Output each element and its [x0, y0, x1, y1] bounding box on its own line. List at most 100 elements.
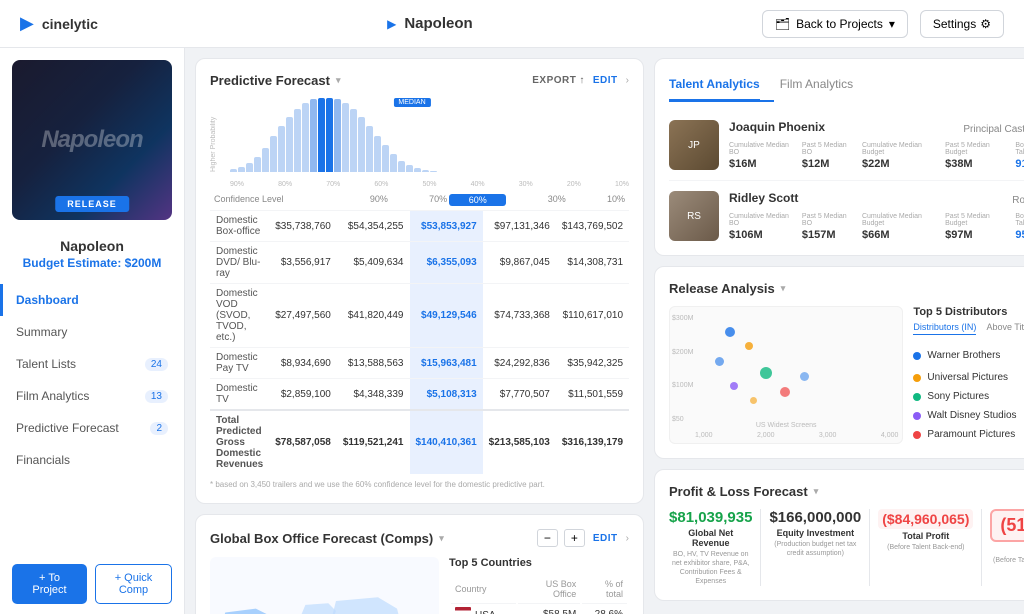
chart-bar: [342, 103, 349, 172]
us-flag: [455, 607, 471, 614]
top5-countries-label: Top 5 Countries: [449, 557, 629, 569]
metric-past5-bo-rs: Past 5 Median BO $157M: [802, 213, 850, 241]
predictive-forecast-actions: EXPORT ↑ EDIT ›: [532, 75, 629, 86]
back-to-projects-button[interactable]: 🗂 Back to Projects ▾: [762, 10, 908, 38]
tab-talent-analytics[interactable]: Talent Analytics: [669, 73, 760, 101]
chart-bar: [246, 163, 253, 172]
median-label: MEDIAN: [393, 98, 430, 107]
tab-film-analytics[interactable]: Film Analytics: [780, 73, 853, 101]
edit-button[interactable]: EDIT: [593, 75, 618, 86]
chart-bar: [390, 154, 397, 172]
chart-bar: [366, 126, 373, 172]
chart-bar: [398, 161, 405, 172]
chart-bar: [302, 103, 309, 172]
release-analysis-card: Release Analysis ▾ $300M $200M $100M: [654, 266, 1024, 459]
pnl-title: Profit & Loss Forecast ▾: [669, 484, 818, 499]
metric-talentscore: Box-office Talentscore 91.3: [1015, 142, 1024, 170]
logo-text: cinelytic: [42, 16, 98, 32]
gbo-edit-button[interactable]: EDIT: [593, 533, 618, 544]
chevron-icon: ▾: [814, 486, 819, 497]
scatter-x-axis: 1,000 2,000 3,000 4,000: [695, 432, 898, 439]
pnl-equity: $166,000,000 Equity Investment (Producti…: [769, 509, 861, 586]
add-to-project-button[interactable]: + To Project: [12, 564, 87, 604]
dist-dot-wb: [913, 352, 921, 360]
sidebar-item-summary[interactable]: Summary: [0, 316, 184, 348]
global-net-sublabel: BO, HV, TV Revenue on net exhibitor shar…: [669, 550, 752, 586]
export-button[interactable]: EXPORT ↑: [532, 75, 585, 86]
scatter-dot: [730, 382, 738, 390]
chart-bar-median: [318, 98, 325, 172]
movie-title-area: ▶ Napoleon: [387, 15, 473, 32]
talent-analytics-card: Talent Analytics Film Analytics EDIT › J…: [654, 58, 1024, 256]
dist-dot-disney: [913, 412, 921, 420]
release-analysis-title: Release Analysis ▾: [669, 281, 785, 296]
film-analytics-count: 13: [145, 390, 168, 403]
top5-distributors-label: Top 5 Distributors: [913, 306, 1007, 318]
predictive-forecast-count: 2: [150, 422, 168, 435]
quick-comp-button[interactable]: + Quick Comp: [95, 564, 172, 604]
roi-label: ROI: [990, 544, 1024, 554]
chevron-icon: ▾: [439, 533, 444, 544]
chart-bar: [286, 117, 293, 173]
talent-analytics-header: Talent Analytics Film Analytics EDIT ›: [669, 73, 1024, 101]
content-area: Predictive Forecast ▾ EXPORT ↑ EDIT ›: [185, 48, 1024, 614]
global-net-label: Global Net Revenue: [669, 528, 752, 548]
sidebar-item-financials[interactable]: Financials: [0, 444, 184, 476]
chart-x-labels: 90%80%70%60%50%40%30%20%10%: [230, 181, 629, 188]
talent-name-joaquin: Joaquin Phoenix: [729, 120, 825, 134]
distributor-item-wb[interactable]: Warner Brothers ✓: [913, 343, 1024, 368]
main-container: Napoleon RELEASE Napoleon Budget Estimat…: [0, 48, 1024, 614]
chart-bar: [422, 170, 429, 172]
distributors-header: Top 5 Distributors VIEW ›: [913, 306, 1024, 318]
chevron-down-icon: ▾: [889, 17, 895, 31]
top-navigation: ▶ cinelytic ▶ Napoleon 🗂 Back to Project…: [0, 0, 1024, 48]
zoom-in-button[interactable]: +: [564, 529, 585, 547]
sidebar-item-predictive-forecast[interactable]: Predictive Forecast 2: [0, 412, 184, 444]
country-row: USA $58.5M 28.6%: [451, 603, 627, 614]
distributor-list: Warner Brothers ✓ Universal Pictures Son: [913, 343, 1024, 444]
roi-value: (51.2%): [990, 509, 1024, 542]
sidebar-item-talent-lists[interactable]: Talent Lists 24: [0, 348, 184, 380]
scatter-dot: [725, 327, 735, 337]
distributor-item-universal[interactable]: Universal Pictures: [913, 368, 1024, 387]
table-row: Domestic TV $2,859,100 $4,348,339 $5,108…: [210, 379, 629, 411]
logo-icon: ▶: [20, 13, 34, 34]
chart-bar: [230, 169, 237, 172]
world-map: $1.5B $1.4B $1.3B $1.2B $1.1B: [210, 557, 439, 614]
sidebar-item-dashboard[interactable]: Dashboard: [0, 284, 184, 316]
sidebar-movie-name: Napoleon: [0, 232, 184, 256]
nav-right: 🗂 Back to Projects ▾ Settings ⚙: [762, 10, 1004, 38]
chart-bar: [414, 168, 421, 172]
dist-tab-above[interactable]: Above Titles (19): [986, 322, 1024, 335]
pnl-divider-3: [981, 509, 982, 586]
release-analysis-header: Release Analysis ▾: [669, 281, 1024, 296]
zoom-out-button[interactable]: −: [537, 529, 558, 547]
distributor-tabs: Distributors (IN) Above Titles (19): [913, 322, 1024, 335]
release-badge: RELEASE: [55, 196, 129, 212]
table-row: Domestic VOD (SVOD, TVOD, etc.) $27,497,…: [210, 284, 629, 348]
distributor-item-paramount[interactable]: Paramount Pictures: [913, 425, 1024, 444]
predictive-forecast-card: Predictive Forecast ▾ EXPORT ↑ EDIT ›: [195, 58, 644, 504]
talent-info-joaquin: Joaquin Phoenix Principal Cast: Napoleon…: [729, 120, 1024, 170]
table-row: Domestic DVD/ Blu-ray $3,556,917 $5,409,…: [210, 242, 629, 284]
sidebar-item-film-analytics[interactable]: Film Analytics 13: [0, 380, 184, 412]
upload-icon: ↑: [579, 75, 585, 86]
gbo-layout: $1.5B $1.4B $1.3B $1.2B $1.1B Top 5 Coun…: [210, 557, 629, 614]
dist-tab-in[interactable]: Distributors (IN): [913, 322, 976, 335]
equity-sublabel: (Production budget net tax credit assump…: [769, 540, 861, 558]
chevron-icon: ▾: [336, 75, 341, 86]
forecast-chart: 90%80%70%60%50%40%30%20%10% Higher Proba…: [210, 98, 629, 188]
scatter-dot: [780, 387, 790, 397]
metric-past5-budget: Past 5 Median Budget $38M: [945, 142, 1003, 170]
north-america-region: [221, 609, 278, 614]
distributor-item-sony[interactable]: Sony Pictures: [913, 387, 1024, 406]
talent-tabs: Talent Analytics Film Analytics: [669, 73, 853, 101]
metric-cum-budget-rs: Cumulative Median Budget $66M: [862, 213, 933, 241]
sidebar-budget: Budget Estimate: $200M: [0, 256, 184, 280]
distributor-item-disney[interactable]: Walt Disney Studios: [913, 406, 1024, 425]
settings-button[interactable]: Settings ⚙: [920, 10, 1004, 38]
pnl-metrics-row: $81,039,935 Global Net Revenue BO, HV, T…: [669, 509, 1024, 586]
scatter-dot: [760, 367, 772, 379]
total-profit-label: Total Profit: [878, 531, 973, 541]
top5-countries: Top 5 Countries Country US Box Office % …: [449, 557, 629, 614]
